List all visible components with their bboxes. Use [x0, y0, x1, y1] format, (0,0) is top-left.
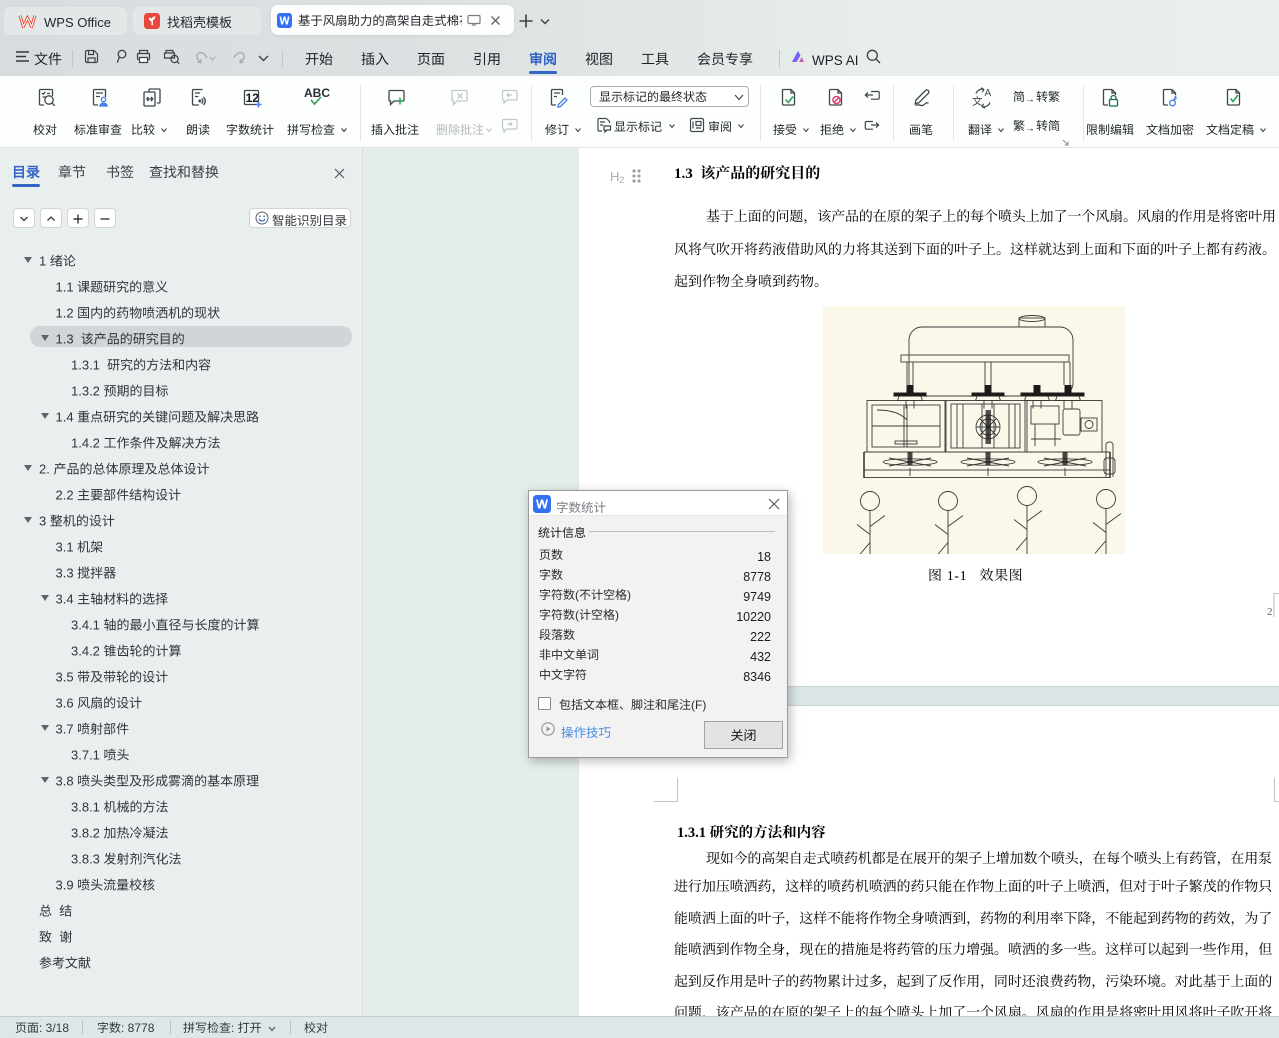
svg-text:2: 2 — [1267, 606, 1273, 618]
svg-text:12: 12 — [246, 91, 260, 105]
svg-text:ABC: ABC — [304, 87, 330, 100]
svg-text:文: 文 — [972, 94, 983, 109]
svg-text:A: A — [985, 88, 992, 99]
